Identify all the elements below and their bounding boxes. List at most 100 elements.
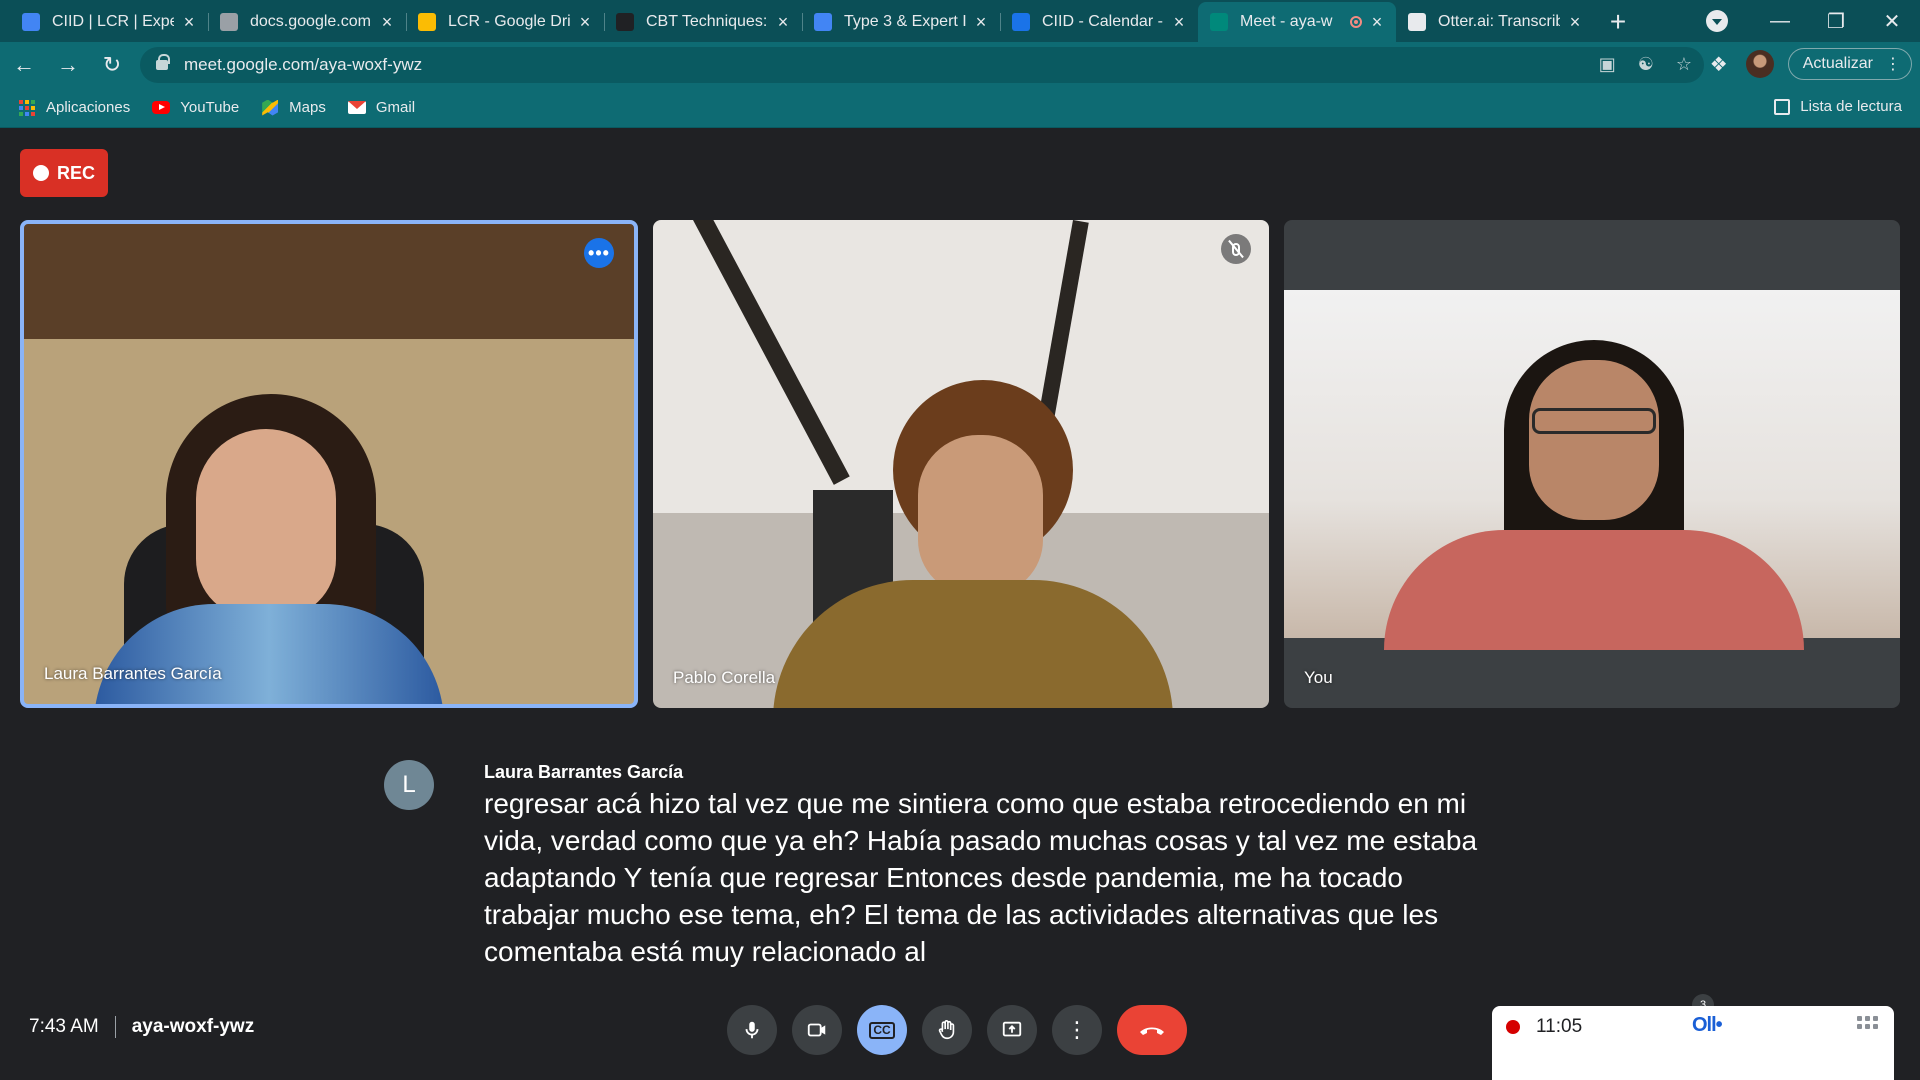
leave-call-button[interactable]	[1117, 1005, 1187, 1055]
camera-icon[interactable]: ▣	[1599, 54, 1616, 75]
reading-list-label: Lista de lectura	[1800, 98, 1902, 115]
close-window-button[interactable]: ✕	[1864, 9, 1920, 34]
bookmark-gmail[interactable]: Gmail	[347, 99, 416, 117]
closed-captions-icon: CC	[869, 1021, 895, 1039]
browser-tab[interactable]: Type 3 & Expert In ×	[802, 4, 1000, 40]
browser-tab-strip: CIID | LCR | Expert×docs.google.com×LCR …	[0, 0, 1920, 42]
drag-handle-icon[interactable]	[1857, 1016, 1878, 1029]
bookmark-label: Maps	[289, 99, 326, 116]
meeting-info: 7:43 AM aya-woxf-ywz	[29, 1016, 254, 1038]
browser-tab[interactable]: LCR - Google Drive ×	[406, 4, 604, 40]
meet-icon	[1210, 13, 1228, 31]
divider	[114, 1016, 116, 1038]
bookmarks-bar: Aplicaciones YouTube Maps Gmail Lista de…	[0, 88, 1920, 128]
close-tab-icon[interactable]: ×	[1368, 12, 1386, 33]
tab-title: Otter.ai: Transcrib	[1438, 13, 1560, 30]
bookmark-label: Aplicaciones	[46, 99, 131, 116]
back-button[interactable]: ←	[4, 45, 44, 85]
otter-recording-widget[interactable]: 11:05 Oll•	[1492, 1006, 1894, 1080]
participant-tile-laura[interactable]: ••• Laura Barrantes García	[20, 220, 638, 708]
caption-text: regresar acá hizo tal vez que me sintier…	[484, 788, 1478, 967]
tab-title: Meet - aya-w	[1240, 13, 1333, 30]
new-tab-button[interactable]: +	[1598, 4, 1638, 40]
browser-tab[interactable]: Meet - aya-w ×	[1198, 2, 1396, 42]
caption-avatar: L	[384, 760, 434, 810]
close-tab-icon[interactable]: ×	[972, 12, 990, 33]
tab-search-icon[interactable]	[1706, 10, 1728, 32]
restore-button[interactable]: ❐	[1808, 9, 1864, 34]
otter-logo-icon: Oll•	[1692, 1014, 1723, 1036]
close-tab-icon[interactable]: ×	[378, 12, 396, 33]
profile-avatar[interactable]	[1745, 50, 1774, 78]
docs-icon	[22, 13, 40, 31]
otter-icon	[1408, 13, 1426, 31]
participant-tile-you[interactable]: You	[1284, 220, 1900, 708]
browser-tab[interactable]: docs.google.com ×	[208, 4, 406, 40]
captions-button[interactable]: CC	[857, 1005, 907, 1055]
tab-list: CIID | LCR | Expert×docs.google.com×LCR …	[0, 2, 1594, 42]
record-dot-icon	[32, 165, 49, 181]
browser-tab[interactable]: CBT Techniques: T ×	[604, 4, 802, 40]
raise-hand-button[interactable]	[922, 1005, 972, 1055]
clock-time: 7:43 AM	[29, 1016, 99, 1037]
present-screen-button[interactable]	[987, 1005, 1037, 1055]
browser-toolbar: ← → ↻ meet.google.com/aya-woxf-ywz ▣ ☯ ☆…	[0, 42, 1920, 88]
close-tab-icon[interactable]: ×	[1566, 12, 1584, 33]
globe-icon	[220, 13, 238, 31]
camera-button[interactable]	[792, 1005, 842, 1055]
close-tab-icon[interactable]: ×	[180, 12, 198, 33]
browser-tab[interactable]: CIID | LCR | Expert ×	[10, 4, 208, 40]
participant-video	[1529, 360, 1659, 520]
docs-icon	[814, 13, 832, 31]
recording-indicator-icon	[1350, 16, 1362, 28]
window-controls: — ❐ ✕	[1752, 0, 1920, 42]
vertical-dots-icon: ⋮	[1066, 1017, 1088, 1042]
tab-title: LCR - Google Drive	[448, 13, 570, 30]
call-controls: CC ⋮	[727, 1005, 1187, 1055]
bookmark-maps[interactable]: Maps	[261, 99, 326, 117]
tab-title: Type 3 & Expert In	[844, 13, 966, 30]
close-tab-icon[interactable]: ×	[576, 12, 594, 33]
address-bar[interactable]: meet.google.com/aya-woxf-ywz ▣ ☯ ☆	[140, 47, 1704, 83]
present-screen-icon	[1002, 1021, 1022, 1037]
bookmark-apps[interactable]: Aplicaciones	[18, 99, 130, 117]
microphone-button[interactable]	[727, 1005, 777, 1055]
participant-tile-pablo[interactable]: Pablo Corella	[653, 220, 1269, 708]
bookmark-star-icon[interactable]: ☆	[1676, 54, 1692, 75]
bookmark-youtube[interactable]: YouTube	[152, 99, 239, 117]
browser-tab[interactable]: CIID - Calendar - ×	[1000, 4, 1198, 40]
bookmark-label: Gmail	[375, 99, 416, 116]
participant-video	[918, 435, 1043, 595]
translate-icon[interactable]: ☯	[1638, 54, 1654, 75]
mic-muted-icon	[1221, 234, 1251, 264]
recording-button[interactable]: REC	[20, 149, 108, 197]
reload-button[interactable]: ↻	[92, 45, 132, 85]
meeting-code: aya-woxf-ywz	[131, 1016, 255, 1037]
video-camera-icon	[807, 1023, 826, 1037]
tab-title: CIID | LCR | Expert	[52, 13, 174, 30]
otter-elapsed-time: 11:05	[1536, 1016, 1583, 1037]
youtube-icon	[152, 99, 171, 117]
minimize-button[interactable]: —	[1752, 10, 1808, 33]
forward-button[interactable]: →	[48, 45, 88, 85]
recording-dot-icon	[1506, 1020, 1520, 1034]
gmail-icon	[347, 99, 366, 117]
update-button[interactable]: Actualizar ⋮	[1787, 48, 1912, 80]
tab-title: CBT Techniques: T	[646, 13, 768, 30]
ceiling-beam	[693, 220, 850, 485]
update-label: Actualizar	[1802, 55, 1873, 72]
participant-video	[196, 429, 336, 619]
extensions-puzzle-icon[interactable]: ❖	[1706, 52, 1732, 77]
close-tab-icon[interactable]: ×	[774, 12, 792, 33]
rec-label: REC	[56, 162, 95, 183]
reading-list-button[interactable]: Lista de lectura	[1774, 98, 1902, 115]
self-video	[1284, 290, 1900, 650]
close-tab-icon[interactable]: ×	[1170, 12, 1188, 33]
more-options-button[interactable]: •••	[584, 238, 614, 268]
calendar-icon	[1012, 13, 1030, 31]
tab-title: docs.google.com	[250, 13, 371, 30]
lock-icon[interactable]	[156, 54, 170, 70]
reading-list-icon	[1774, 98, 1791, 115]
browser-tab[interactable]: Otter.ai: Transcrib ×	[1396, 4, 1594, 40]
more-options-button[interactable]: ⋮	[1052, 1005, 1102, 1055]
